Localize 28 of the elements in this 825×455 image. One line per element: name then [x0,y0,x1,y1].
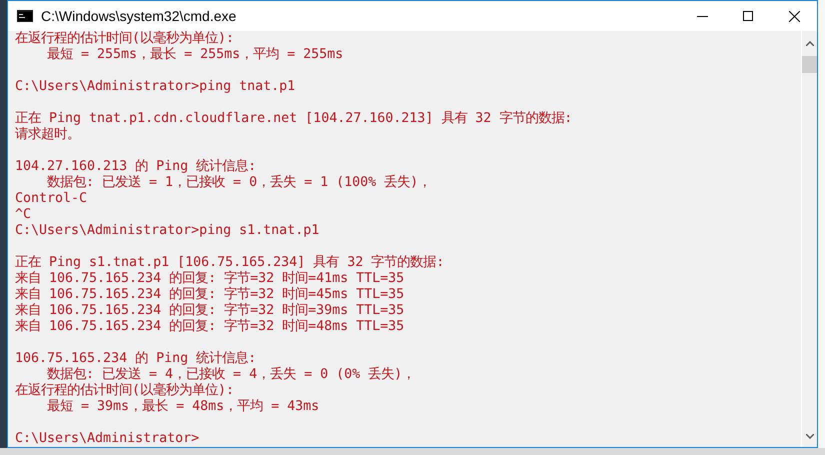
console-line: 来自 106.75.165.234 的回复: 字节=32 时间=39ms TTL=35 [15,303,404,318]
console-line: C:\Users\Administrator>ping s1.tnat.p1 [15,223,320,239]
console-line: 来自 106.75.165.234 的回复: 字节=32 时间=45ms TTL=35 [15,287,404,302]
maximize-icon [743,11,753,21]
scroll-down-icon[interactable] [806,434,814,439]
scrollbar-thumb[interactable] [802,56,817,73]
console-line: C:\Users\Administrator> [15,431,200,447]
console-line: ^C [15,207,32,223]
console-line: 在返行程的估计时间(以毫秒为单位): [15,31,234,47]
console-line: 数据包: 已发送 = 4，已接收 = 4，丢失 = 0 (0% 丢失)， [46,367,416,382]
console-line: 最短 = 39ms，最长 = 48ms，平均 = 43ms [46,399,320,415]
console-line: 数据包: 已发送 = 1，已接收 = 0，丢失 = 1 (100% 丢失)， [46,175,432,191]
close-icon [788,10,800,22]
console-line: 来自 106.75.165.234 的回复: 字节=32 时间=41ms TTL=35 [15,271,404,286]
console-line: 在返行程的估计时间(以毫秒为单位): [15,383,234,399]
console-line: C:\Users\Administrator>ping tnat.p1 [15,79,296,95]
console-line: 104.27.160.213 的 Ping 统计信息: [15,159,256,174]
console-line: 正在 Ping s1.tnat.p1 [106.75.165.234] 具有 32 字节的数据: [15,255,444,270]
scrollbar[interactable] [801,31,817,447]
console-line: 最短 = 255ms，最长 = 255ms，平均 = 255ms [46,47,344,63]
console-icon [17,10,33,22]
window-title: C:\Windows\system32\cmd.exe [41,6,236,26]
console-line: 来自 106.75.165.234 的回复: 字节=32 时间=48ms TTL=35 [15,319,404,335]
console-line: 请求超时。 [15,127,80,143]
console-line: 正在 Ping tnat.p1.cdn.cloudflare.net [104.27.160.213] 具有 32 字节的数据: [15,111,572,127]
scroll-up-icon[interactable] [806,41,814,46]
console-line: 106.75.165.234 的 Ping 统计信息: [15,351,256,366]
console-line: Control-C [15,191,88,207]
